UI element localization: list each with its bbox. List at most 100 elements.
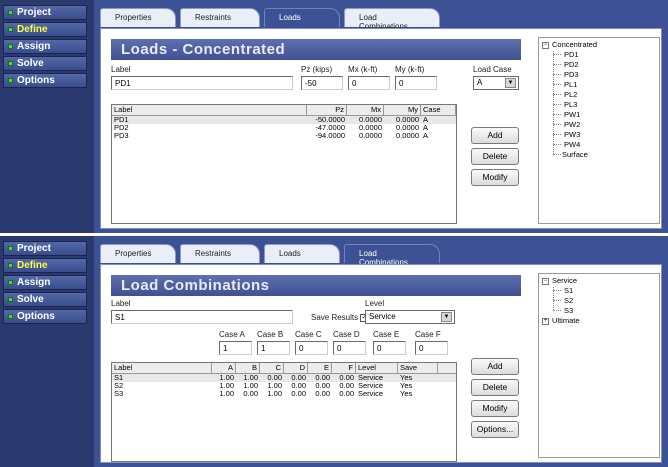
case-d-input[interactable] — [333, 341, 366, 355]
bullet-icon — [8, 263, 13, 268]
page-title: Load Combinations — [111, 275, 521, 296]
case-e-caption: Case E — [373, 330, 400, 339]
bullet-icon — [8, 27, 13, 32]
nav-define[interactable]: Define — [3, 22, 87, 37]
save-results-option[interactable]: Save Results ✓ — [311, 313, 369, 322]
nav-solve[interactable]: Solve — [3, 292, 87, 307]
case-b-input[interactable] — [257, 341, 290, 355]
tab-loads[interactable]: Loads — [264, 8, 340, 27]
nav-project[interactable]: Project — [3, 5, 87, 20]
case-a-input[interactable] — [219, 341, 252, 355]
loads-panel: Project Define Assign Solve Options Prop… — [0, 0, 668, 233]
sidebar: Project Define Assign Solve Options — [0, 0, 90, 233]
load-case-select[interactable]: A ▼ — [473, 76, 519, 90]
modify-button[interactable]: Modify — [471, 400, 519, 417]
combinations-table: Label A B C D E F Level Save S1 1.00 1.0… — [111, 362, 457, 462]
tab-properties[interactable]: Properties — [100, 244, 176, 263]
sidebar: Project Define Assign Solve Options — [0, 236, 90, 467]
tree-item[interactable]: PW3 — [564, 130, 580, 139]
bullet-icon — [8, 78, 13, 83]
label-caption: Label — [111, 299, 131, 308]
add-button[interactable]: Add — [471, 358, 519, 375]
tree-item[interactable]: PD1 — [564, 50, 579, 59]
tab-load-combinations[interactable]: Load Combinations — [344, 8, 440, 31]
load-case-caption: Load Case — [473, 65, 512, 74]
my-input[interactable] — [395, 76, 437, 90]
chevron-down-icon: ▼ — [505, 78, 516, 88]
tree-connector — [553, 51, 554, 154]
case-e-input[interactable] — [373, 341, 406, 355]
delete-button[interactable]: Delete — [471, 379, 519, 396]
tree-item[interactable]: S2 — [564, 296, 573, 305]
tree-item[interactable]: PW4 — [564, 140, 580, 149]
nav-assign[interactable]: Assign — [3, 275, 87, 290]
combinations-content: Load Combinations Label Save Results ✓ L… — [100, 264, 662, 463]
tree-item[interactable]: S3 — [564, 306, 573, 315]
nav-solve[interactable]: Solve — [3, 56, 87, 71]
bullet-icon — [8, 280, 13, 285]
tree-item[interactable]: PW2 — [564, 120, 580, 129]
pz-input[interactable] — [301, 76, 343, 90]
bullet-icon — [8, 297, 13, 302]
collapse-icon[interactable]: − — [542, 277, 549, 285]
case-b-caption: Case B — [257, 330, 284, 339]
tab-properties[interactable]: Properties — [100, 8, 176, 27]
tree-item[interactable]: PW1 — [564, 110, 580, 119]
tab-restraints[interactable]: Restraints — [180, 8, 260, 27]
bullet-icon — [8, 10, 13, 15]
table-row[interactable]: PD3 -94.0000 0.0000 0.0000 A — [112, 132, 456, 140]
combinations-panel: Project Define Assign Solve Options Prop… — [0, 236, 668, 467]
tree-item[interactable]: PL2 — [564, 90, 577, 99]
tree-item[interactable]: PL1 — [564, 80, 577, 89]
options-button[interactable]: Options... — [471, 421, 519, 438]
tab-load-combinations[interactable]: Load Combinations — [344, 244, 440, 267]
case-c-caption: Case C — [295, 330, 322, 339]
bullet-icon — [8, 314, 13, 319]
bullet-icon — [8, 246, 13, 251]
case-f-input[interactable] — [415, 341, 448, 355]
case-f-caption: Case F — [415, 330, 441, 339]
case-a-caption: Case A — [219, 330, 245, 339]
level-caption: Level — [365, 299, 385, 308]
nav-assign[interactable]: Assign — [3, 39, 87, 54]
tree-item[interactable]: PD3 — [564, 70, 579, 79]
loads-content: Loads - Concentrated Label Pz (kips) Mx … — [100, 28, 662, 229]
modify-button[interactable]: Modify — [471, 169, 519, 186]
tab-restraints[interactable]: Restraints — [180, 244, 260, 263]
nav-define[interactable]: Define — [3, 258, 87, 273]
my-caption: My (k-ft) — [395, 65, 425, 74]
tree-root-ultimate[interactable]: + Ultimate — [542, 316, 580, 325]
delete-button[interactable]: Delete — [471, 148, 519, 165]
tree-item[interactable]: S1 — [564, 286, 573, 295]
tab-bar: Properties Restraints Loads Load Combina… — [100, 8, 444, 31]
add-button[interactable]: Add — [471, 127, 519, 144]
mx-input[interactable] — [348, 76, 390, 90]
label-input[interactable] — [111, 310, 293, 324]
expand-icon[interactable]: + — [542, 317, 549, 325]
nav-project[interactable]: Project — [3, 241, 87, 256]
tab-bar: Properties Restraints Loads Load Combina… — [100, 244, 444, 267]
label-input[interactable] — [111, 76, 293, 90]
tab-loads[interactable]: Loads — [264, 244, 340, 263]
level-select[interactable]: Service ▼ — [365, 310, 455, 324]
collapse-icon[interactable]: − — [542, 41, 549, 49]
tree-root-service[interactable]: − Service — [542, 276, 577, 285]
main-area: Properties Restraints Loads Load Combina… — [94, 236, 668, 467]
tree-root-concentrated[interactable]: − Concentrated — [542, 40, 597, 49]
bullet-icon — [8, 44, 13, 49]
nav-options[interactable]: Options — [3, 73, 87, 88]
nav-options[interactable]: Options — [3, 309, 87, 324]
tree-root-surface[interactable]: Surface — [553, 150, 588, 159]
tree-item[interactable]: PD2 — [564, 60, 579, 69]
combinations-tree: − Service S1 S2 S3 + Ultimate — [538, 273, 660, 458]
loads-tree: − Concentrated PD1 PD2 PD3 PL1 PL2 PL3 PW… — [538, 37, 660, 224]
case-c-input[interactable] — [295, 341, 328, 355]
tree-item[interactable]: PL3 — [564, 100, 577, 109]
mx-caption: Mx (k-ft) — [348, 65, 378, 74]
page-title: Loads - Concentrated — [111, 39, 521, 60]
bullet-icon — [8, 61, 13, 66]
table-row[interactable]: S3 1.00 0.00 1.00 0.00 0.00 0.00 Service… — [112, 390, 456, 398]
case-d-caption: Case D — [333, 330, 360, 339]
chevron-down-icon: ▼ — [441, 312, 452, 322]
main-area: Properties Restraints Loads Load Combina… — [94, 0, 668, 233]
